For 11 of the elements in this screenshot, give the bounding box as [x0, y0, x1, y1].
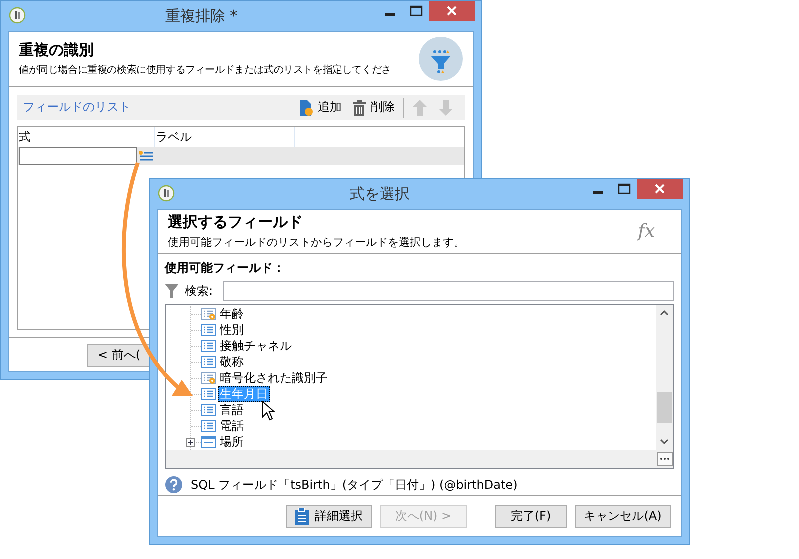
function-icon: fx [638, 221, 655, 242]
search-label: 検索: [185, 282, 214, 300]
header-description: 値が同じ場合に重複の検索に使用するフィールドまたは式のリストを指定してくださ [19, 64, 392, 77]
field-info: SQL フィールド「tsBirth」(タイプ「日付」) (@birthDate) [191, 476, 518, 494]
header-title: 選択するフィールド [168, 213, 304, 232]
available-fields-label: 使用可能フィールド： [165, 260, 286, 277]
header-title: 重複の識別 [19, 41, 95, 60]
window-title: 式を選択 [349, 184, 411, 204]
field-list-title: フィールドのリスト [23, 99, 132, 116]
window-title: 重複排除 * [164, 6, 239, 26]
header-description: 使用可能フィールドのリストからフィールドを選択します。 [168, 235, 466, 250]
